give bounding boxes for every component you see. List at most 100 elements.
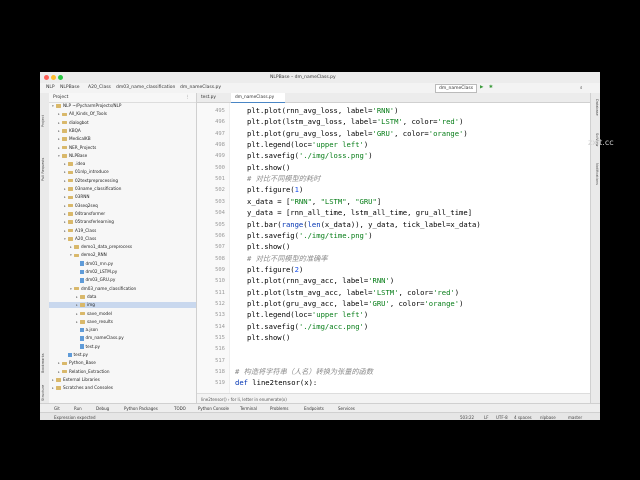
tree-folder[interactable]: ▾ A20_Class: [49, 236, 196, 242]
maximize-window-icon[interactable]: [58, 75, 63, 80]
code-editor[interactable]: plt.plot(rnn_avg_loss, label='RNN') plt.p…: [235, 103, 591, 393]
status-git-branch[interactable]: master: [568, 415, 582, 420]
close-window-icon[interactable]: [44, 75, 49, 80]
tree-file[interactable]: dm03_GRU.py: [49, 277, 196, 283]
notifications-tool-tab[interactable]: Notifications: [592, 163, 599, 203]
run-button[interactable]: ▶: [480, 85, 483, 90]
tree-item-label: 05transferlearning: [75, 219, 114, 225]
tree-folder[interactable]: ▸ 05transferlearning: [49, 219, 196, 225]
tree-folder[interactable]: ▸ NER_Projects: [49, 145, 196, 151]
code-line[interactable]: def line2tensor(x):: [235, 377, 317, 390]
line-number: 512: [215, 300, 225, 307]
breadcrumb-nlp[interactable]: NLP: [46, 85, 55, 90]
tool-debug[interactable]: Debug: [96, 406, 109, 411]
tree-folder[interactable]: ▸ data: [49, 294, 196, 300]
tool-problems[interactable]: Problems: [270, 406, 288, 411]
pull-requests-tool-tab[interactable]: Pull Requests: [41, 131, 48, 181]
tree-folder[interactable]: ▾ dm03_name_classification: [49, 286, 196, 292]
minimize-window-icon[interactable]: [51, 75, 56, 80]
tab-dm-nameclass-py[interactable]: dm_nameClass.py: [231, 93, 285, 103]
database-tool-tab[interactable]: Database: [592, 99, 599, 129]
tree-folder[interactable]: ▸ 03RNN: [49, 194, 196, 200]
tree-folder[interactable]: ▸ All_Kinds_Of_Tools: [49, 111, 196, 117]
tree-file[interactable]: dm01_rnn.py: [49, 261, 196, 267]
tree-file[interactable]: test.py: [49, 344, 196, 350]
status-message[interactable]: Expression expected: [54, 415, 96, 420]
bookmarks-tool-tab[interactable]: Bookmarks: [41, 338, 48, 373]
project-panel-title[interactable]: Project: [53, 95, 68, 100]
run-config-select[interactable]: dm_nameClass: [435, 84, 478, 93]
folder-icon: [56, 386, 61, 390]
tree-folder[interactable]: ▸ MedicalKB: [49, 136, 196, 142]
line-number: 508: [215, 255, 225, 262]
line-number: 510: [215, 278, 225, 285]
tool-terminal[interactable]: Terminal: [240, 406, 257, 411]
tree-folder[interactable]: ▸ 02textpreprocessing: [49, 178, 196, 184]
folder-icon: [68, 203, 73, 208]
tree-folder[interactable]: ▸ Python_Base: [49, 360, 196, 366]
line-number: 504: [215, 210, 225, 217]
tree-item-label: demo1_data_preprocess: [81, 244, 133, 250]
status-interpreter[interactable]: nlpbase: [540, 415, 556, 420]
tree-folder[interactable]: ▸ save_model: [49, 311, 196, 317]
folder-icon: [80, 311, 85, 316]
folder-icon: [68, 178, 73, 183]
tool-python-console[interactable]: Python Console: [198, 406, 229, 411]
debug-button[interactable]: ✱: [489, 85, 493, 90]
status-encoding[interactable]: UTF-8: [496, 415, 508, 420]
tab-test-py[interactable]: test.py: [197, 93, 231, 102]
tree-folder[interactable]: ▸ demo1_data_preprocess: [49, 244, 196, 250]
tree-folder[interactable]: ▸ Relation_Extraction: [49, 369, 196, 375]
status-indent[interactable]: 4 spaces: [514, 415, 532, 420]
folder-icon: [62, 137, 67, 141]
tree-folder[interactable]: ▸ Scratches and Consoles: [49, 385, 196, 391]
status-line-separator[interactable]: LF: [484, 415, 489, 420]
tree-file[interactable]: a.json: [49, 327, 196, 333]
python-file-icon: [80, 269, 84, 275]
folder-icon: [68, 195, 73, 200]
tree-folder[interactable]: ▸ 03seq2seq: [49, 203, 196, 209]
breadcrumb-nlpbase[interactable]: NLPBase: [60, 85, 80, 90]
tree-folder[interactable]: ▸ KBQA: [49, 128, 196, 134]
python-file-icon: [80, 261, 84, 266]
tree-item-label: save_results: [87, 318, 113, 324]
tool-services[interactable]: Services: [338, 406, 355, 411]
editor-tab-bar: test.py dm_nameClass.py: [197, 93, 591, 103]
watermark-text: zxit.cc: [588, 138, 614, 147]
panel-options-icon[interactable]: ⋮: [186, 95, 191, 100]
folder-icon: [62, 154, 67, 158]
tree-item-label: .idea: [75, 161, 86, 167]
tree-folder[interactable]: ▸ img: [49, 302, 196, 309]
status-caret-position[interactable]: 503:22: [460, 415, 474, 420]
tree-folder[interactable]: ▾ demo2_RNN: [49, 252, 196, 258]
tool-run[interactable]: Run: [74, 406, 82, 411]
tool-git[interactable]: Git: [54, 406, 60, 411]
tree-file[interactable]: dm02_LSTM.py: [49, 269, 196, 275]
tree-file[interactable]: test.py: [49, 352, 196, 358]
project-tool-tab[interactable]: Project: [41, 97, 48, 127]
tree-item-label: A19_Class: [75, 227, 97, 233]
tree-file[interactable]: dm_nameClass.py: [49, 335, 196, 341]
code-breadcrumb-path[interactable]: line2tensor() › for li, letter in enumer…: [201, 397, 287, 402]
breadcrumb-a20-class[interactable]: A20_Class: [88, 85, 111, 90]
tree-folder[interactable]: ▸ External Libraries: [49, 377, 196, 383]
tree-folder[interactable]: ▸ 03name_classification: [49, 186, 196, 192]
tool-python-packages[interactable]: Python Packages: [124, 406, 158, 411]
tree-folder[interactable]: ▸ 01nlp_introduce: [49, 169, 196, 175]
tree-folder[interactable]: ▸ .idea: [49, 161, 196, 167]
tool-endpoints[interactable]: Endpoints: [304, 406, 324, 411]
tree-folder[interactable]: ▾ NLPBase: [49, 153, 196, 159]
folder-icon: [56, 104, 61, 108]
breadcrumb-file[interactable]: dm_nameClass.py: [180, 85, 221, 90]
breadcrumb-name-classification[interactable]: dm03_name_classification: [116, 85, 175, 90]
tree-item-label: 01nlp_introduce: [75, 169, 109, 175]
tool-todo[interactable]: TODO: [174, 406, 186, 411]
search-icon[interactable]: ⌕: [580, 85, 583, 91]
tree-folder[interactable]: ▸ 04transformer: [49, 211, 196, 217]
tree-folder[interactable]: ▸ save_results: [49, 318, 196, 325]
tree-folder[interactable]: ▾ NLP ~/PycharmProjects/NLP: [49, 103, 196, 109]
tree-folder[interactable]: ▸ A19_Class: [49, 227, 196, 234]
tree-folder[interactable]: ▸ dialogbot: [49, 120, 196, 126]
structure-tool-tab[interactable]: Structure: [41, 376, 48, 401]
folder-icon: [68, 237, 73, 241]
